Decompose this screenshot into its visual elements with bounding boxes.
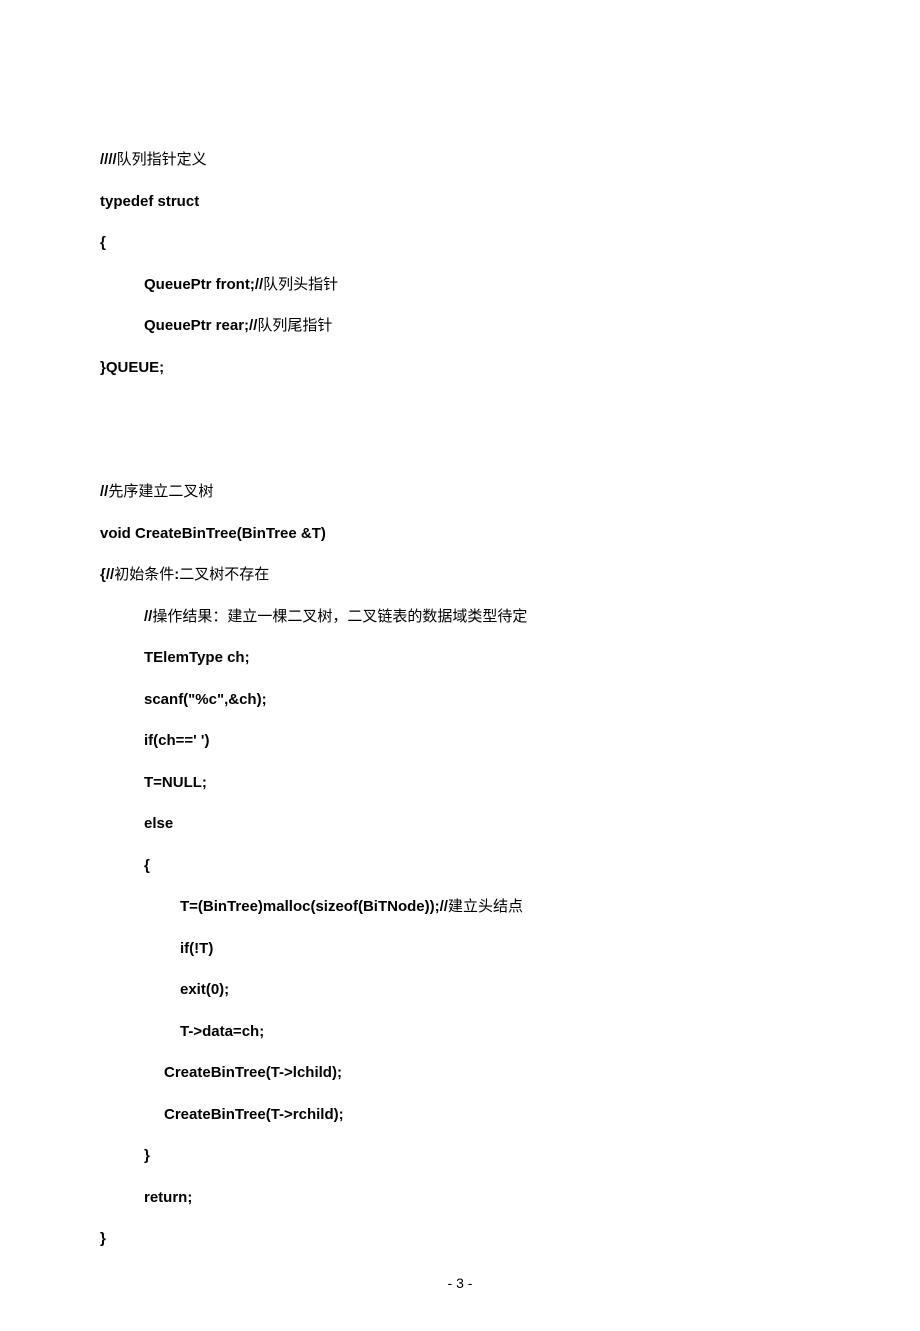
code-token-bold: }QUEUE; bbox=[100, 359, 164, 376]
code-token-bold: } bbox=[144, 1147, 150, 1164]
code-line: if(ch==' ') bbox=[100, 731, 820, 751]
document-page: ////队列指针定义 typedef struct { QueuePtr front;… bbox=[0, 0, 920, 1331]
code-line: //先序建立二叉树 bbox=[100, 482, 820, 502]
code-line: CreateBinTree(T->rchild); bbox=[100, 1105, 820, 1125]
code-token-bold: return; bbox=[144, 1189, 192, 1206]
code-token-bold: typedef struct bbox=[100, 193, 199, 210]
code-token-bold: if(!T) bbox=[180, 940, 213, 957]
code-line: typedef struct bbox=[100, 192, 820, 212]
code-token-plain: 二叉树不存在 bbox=[179, 566, 269, 583]
code-token-plain: 建立头结点 bbox=[448, 898, 523, 915]
code-token-plain: 先序建立二叉树 bbox=[108, 483, 213, 500]
code-token-bold: exit(0); bbox=[180, 981, 229, 998]
code-line: CreateBinTree(T->lchild); bbox=[100, 1063, 820, 1083]
code-token-bold: else bbox=[144, 815, 173, 832]
code-token-bold: { bbox=[100, 234, 106, 251]
code-token-bold: {// bbox=[100, 566, 114, 583]
code-token-bold: if(ch==' ') bbox=[144, 732, 209, 749]
code-token-bold: CreateBinTree(T->rchild); bbox=[164, 1106, 344, 1123]
code-line: TElemType ch; bbox=[100, 648, 820, 668]
code-line: exit(0); bbox=[100, 980, 820, 1000]
code-token-bold: CreateBinTree(T->lchild); bbox=[164, 1064, 342, 1081]
code-line: }QUEUE; bbox=[100, 358, 820, 378]
code-line bbox=[100, 399, 820, 419]
code-token-bold: scanf("%c",&ch); bbox=[144, 691, 267, 708]
code-token-bold: T=NULL; bbox=[144, 774, 207, 791]
page-number: - 3 - bbox=[0, 1275, 920, 1291]
code-line: scanf("%c",&ch); bbox=[100, 690, 820, 710]
code-token-plain: 操作结果：建立一棵二叉树，二叉链表的数据域类型待定 bbox=[152, 608, 527, 625]
code-line: { bbox=[100, 856, 820, 876]
code-token-bold: //// bbox=[100, 151, 117, 168]
code-token-plain: 队列尾指针 bbox=[257, 317, 332, 334]
code-line: //操作结果：建立一棵二叉树，二叉链表的数据域类型待定 bbox=[100, 607, 820, 627]
code-line: QueuePtr front;//队列头指针 bbox=[100, 275, 820, 295]
code-token-bold: QueuePtr front;// bbox=[144, 276, 263, 293]
code-line: void CreateBinTree(BinTree &T) bbox=[100, 524, 820, 544]
code-line: return; bbox=[100, 1188, 820, 1208]
code-line: T->data=ch; bbox=[100, 1022, 820, 1042]
code-line: if(!T) bbox=[100, 939, 820, 959]
code-line: T=NULL; bbox=[100, 773, 820, 793]
code-token-plain: 队列指针定义 bbox=[117, 151, 207, 168]
code-line: {//初始条件:二叉树不存在 bbox=[100, 565, 820, 585]
code-line: T=(BinTree)malloc(sizeof(BiTNode));//建立头… bbox=[100, 897, 820, 917]
code-token-bold: { bbox=[144, 857, 150, 874]
code-line: { bbox=[100, 233, 820, 253]
code-line: ////队列指针定义 bbox=[100, 150, 820, 170]
code-token-plain: 队列头指针 bbox=[263, 276, 338, 293]
code-token-bold: T->data=ch; bbox=[180, 1023, 264, 1040]
code-token-bold: QueuePtr rear;// bbox=[144, 317, 257, 334]
code-token-bold: TElemType ch; bbox=[144, 649, 250, 666]
code-token-plain bbox=[100, 400, 104, 417]
code-token-bold: void CreateBinTree(BinTree &T) bbox=[100, 525, 326, 542]
code-token-plain bbox=[100, 442, 104, 459]
code-line: } bbox=[100, 1146, 820, 1166]
code-token-bold: } bbox=[100, 1230, 106, 1247]
code-token-plain: 初始条件 bbox=[114, 566, 174, 583]
code-line: else bbox=[100, 814, 820, 834]
code-listing: ////队列指针定义 typedef struct { QueuePtr front;… bbox=[100, 150, 820, 1249]
code-line: QueuePtr rear;//队列尾指针 bbox=[100, 316, 820, 336]
code-line: } bbox=[100, 1229, 820, 1249]
code-line bbox=[100, 441, 820, 461]
code-token-bold: T=(BinTree)malloc(sizeof(BiTNode));// bbox=[180, 898, 448, 915]
